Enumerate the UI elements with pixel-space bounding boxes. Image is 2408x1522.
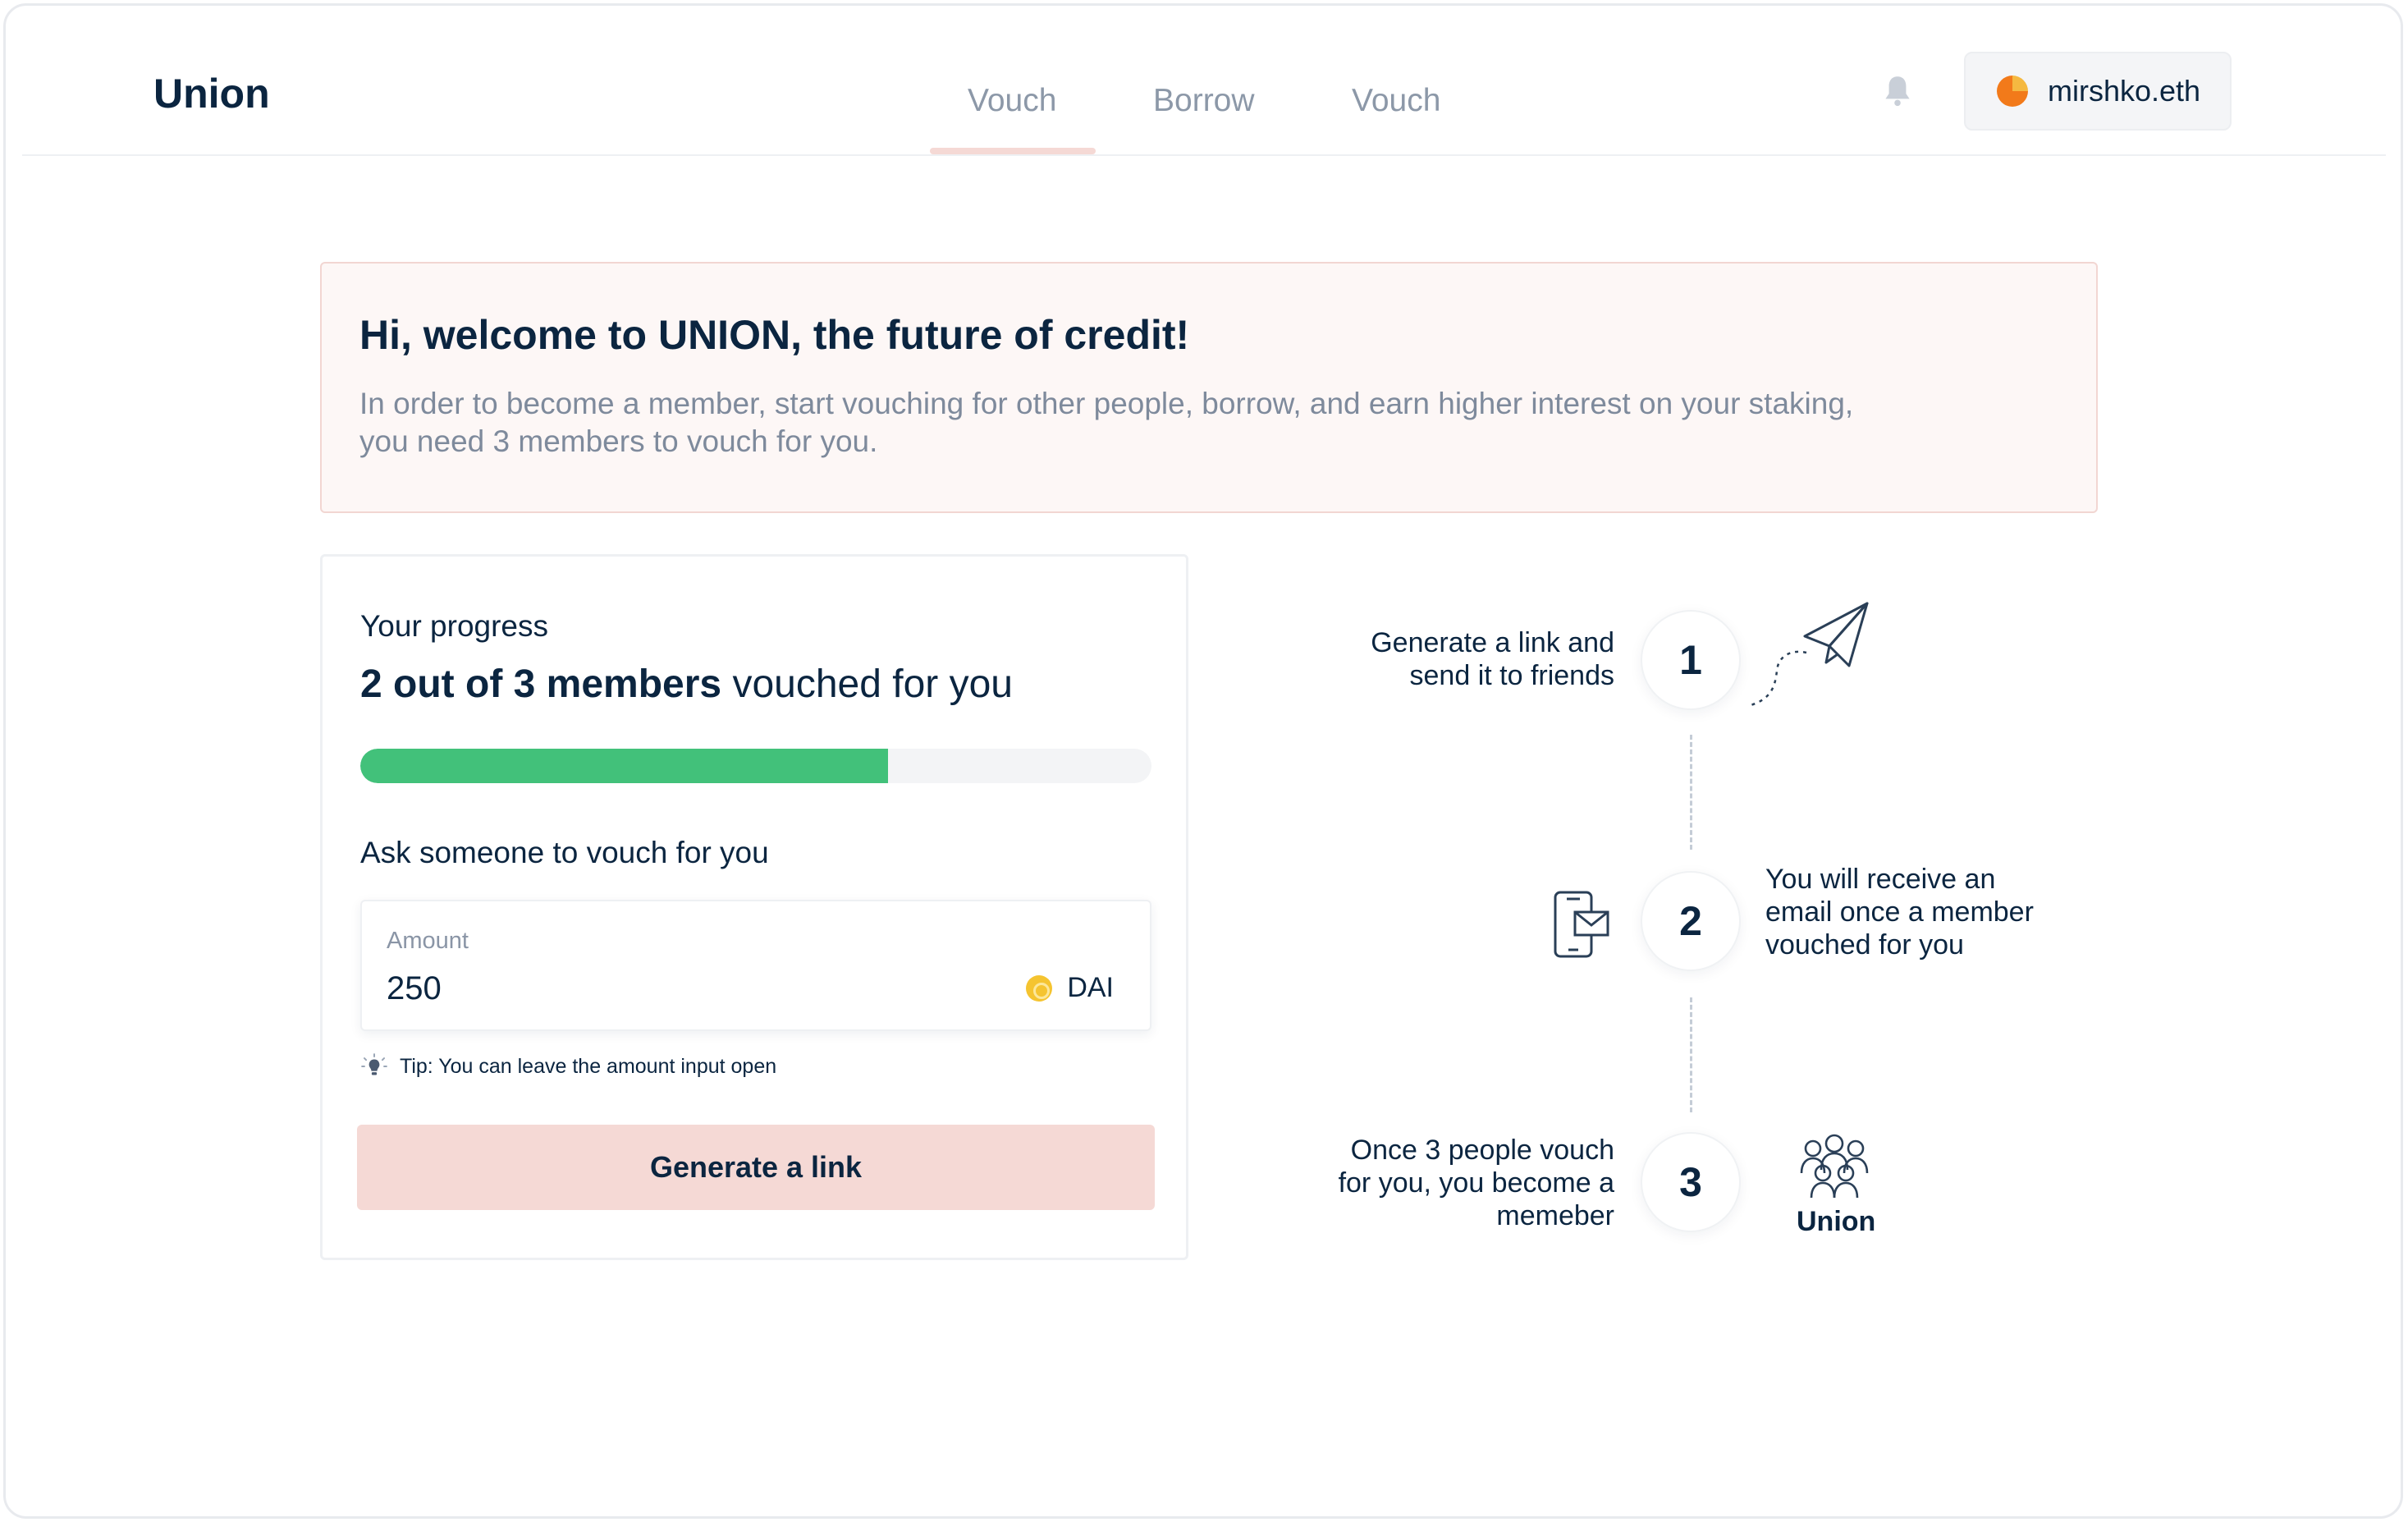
step-3-circle: 3 [1641, 1132, 1741, 1232]
wallet-button[interactable]: mirshko.eth [1964, 52, 2232, 131]
step-2-text: You will receive an email once a member … [1765, 863, 2110, 961]
step-2-line-2: email once a member [1765, 896, 2034, 928]
progress-card: Your progress 2 out of 3 members vouched… [320, 554, 1188, 1260]
lightbulb-icon [361, 1053, 387, 1075]
brand-logo[interactable]: Union [153, 70, 270, 117]
ask-label: Ask someone to vouch for you [360, 836, 769, 869]
progress-summary-bold: 2 out of 3 members [360, 662, 722, 706]
tip: Tip: You can leave the amount input open [360, 1052, 776, 1080]
paper-plane-icon [1750, 602, 1869, 707]
step-2-line-1: You will receive an [1765, 864, 1996, 895]
phone-email-icon [1554, 891, 1609, 958]
dai-coin-icon [1026, 974, 1053, 1002]
banner-body-line-2: you need 3 members to vouch for you. [359, 424, 878, 458]
top-nav: Union Vouch Borrow Vouch mirshko.eth [22, 6, 2386, 156]
wallet-address: mirshko.eth [2048, 74, 2201, 108]
generate-link-button[interactable]: Generate a link [357, 1125, 1155, 1210]
banner-body: In order to become a member, start vouch… [359, 385, 2058, 461]
step-2-line-3: vouched for you [1765, 929, 1964, 960]
amount-caption: Amount [387, 928, 469, 954]
step-1-circle: 1 [1641, 610, 1741, 710]
step-2-circle: 2 [1641, 871, 1741, 971]
tab-vouch-secondary[interactable]: Vouch [1352, 83, 1440, 119]
tip-text: Tip: You can leave the amount input open [400, 1054, 777, 1078]
wallet-avatar [1997, 76, 2028, 107]
step-3-text: Once 3 people vouch for you, you become … [1253, 1134, 1614, 1232]
amount-field[interactable]: Amount DAI [360, 900, 1151, 1031]
progress-bar [360, 749, 1151, 783]
step-1-line-2: send it to friends [1409, 660, 1614, 691]
step-3-line-2: for you, you become a [1338, 1167, 1614, 1199]
currency-label: DAI [1067, 972, 1114, 1003]
welcome-banner: Hi, welcome to UNION, the future of cred… [320, 262, 2098, 513]
progress-bar-fill [360, 749, 888, 783]
group-icon [1800, 1134, 1869, 1199]
progress-summary: 2 out of 3 members vouched for you [360, 662, 1013, 707]
step-connector-2 [1690, 997, 1692, 1112]
step-3-line-3: memeber [1496, 1200, 1614, 1231]
progress-summary-rest: vouched for you [721, 662, 1013, 706]
step-connector-1 [1690, 735, 1692, 850]
step-1-text: Generate a link and send it to friends [1286, 626, 1614, 692]
active-tab-indicator [930, 148, 1096, 154]
banner-body-line-1: In order to become a member, start vouch… [359, 387, 1854, 420]
tab-vouch[interactable]: Vouch [968, 83, 1056, 119]
step-3-line-1: Once 3 people vouch [1350, 1135, 1614, 1166]
currency-indicator: DAI [1026, 972, 1114, 1004]
amount-input[interactable] [387, 965, 961, 1011]
progress-label: Your progress [360, 609, 548, 643]
bell-icon[interactable] [1877, 71, 1918, 112]
tab-borrow[interactable]: Borrow [1153, 83, 1255, 119]
step-1-line-1: Generate a link and [1371, 627, 1614, 658]
app-window: Union Vouch Borrow Vouch mirshko.eth Hi,… [3, 3, 2403, 1519]
banner-title: Hi, welcome to UNION, the future of cred… [359, 312, 1190, 358]
union-caption: Union [1797, 1206, 1876, 1237]
